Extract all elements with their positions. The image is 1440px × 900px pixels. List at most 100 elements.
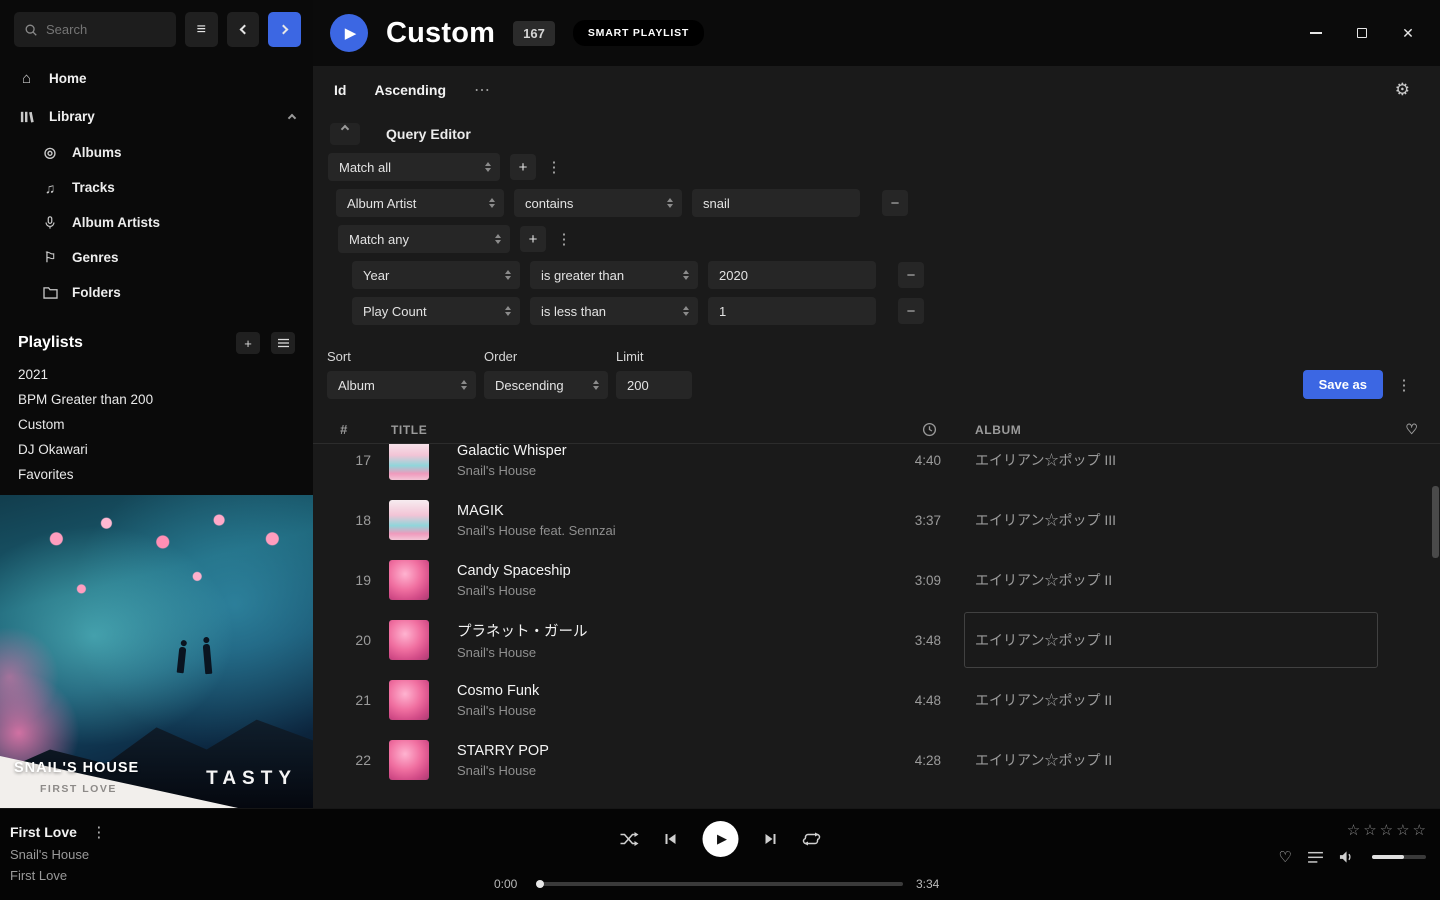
play-playlist-button[interactable]: ▶ — [330, 14, 368, 52]
column-album[interactable]: ALBUM — [941, 423, 1392, 437]
remove-rule-button[interactable]: − — [898, 298, 924, 324]
now-playing-album[interactable]: First Love — [10, 868, 107, 883]
sidebar-item-home[interactable]: ⌂ Home — [0, 59, 313, 97]
sidebar-item-folders[interactable]: Folders — [0, 275, 313, 310]
track-album-link[interactable]: エイリアン☆ポップ III — [941, 510, 1392, 530]
seek-bar[interactable] — [537, 882, 903, 886]
queue-button[interactable] — [1308, 851, 1323, 864]
track-artist[interactable]: Snail's House — [457, 763, 851, 778]
search-box[interactable] — [14, 12, 176, 47]
track-artist[interactable]: Snail's House — [457, 645, 851, 660]
sort-direction-button[interactable]: Ascending — [374, 82, 446, 98]
play-pause-button[interactable]: ▶ — [703, 821, 739, 857]
sidebar-item-label: Library — [49, 109, 95, 124]
favorite-button[interactable]: ♡ — [1279, 848, 1292, 866]
save-as-button[interactable]: Save as — [1303, 370, 1383, 399]
track-number: 20 — [313, 632, 375, 648]
scrollbar-thumb[interactable] — [1432, 486, 1439, 558]
rule-operator-select[interactable]: contains — [514, 189, 682, 217]
seek-handle[interactable] — [536, 880, 544, 888]
settings-button[interactable]: ⚙ — [1395, 80, 1410, 100]
star-icon[interactable]: ☆ — [1347, 821, 1360, 839]
forward-button[interactable] — [268, 12, 301, 47]
query-menu-button[interactable]: ⋮ — [1396, 376, 1412, 394]
track-artist[interactable]: Snail's House — [457, 583, 851, 598]
sidebar-item-genres[interactable]: ⚐ Genres — [0, 240, 313, 275]
match-select[interactable]: Match all — [328, 153, 500, 181]
rule-value-input[interactable] — [692, 189, 860, 217]
rule-field-select[interactable]: Album Artist — [336, 189, 504, 217]
remove-rule-button[interactable]: − — [882, 190, 908, 216]
repeat-button[interactable] — [803, 831, 821, 847]
search-input[interactable] — [46, 22, 166, 37]
table-row[interactable]: 19 Candy Spaceship Snail's House 3:09 エイ… — [313, 550, 1440, 610]
sort-select[interactable]: Album — [327, 371, 476, 399]
shuffle-button[interactable] — [620, 831, 639, 847]
sidebar-topbar: ≡ — [0, 0, 313, 59]
track-artist[interactable]: Snail's House feat. Sennzai — [457, 523, 851, 538]
track-album-link-focused[interactable]: エイリアン☆ポップ II — [964, 612, 1378, 668]
toolbar-more-button[interactable]: ⋯ — [474, 80, 490, 100]
favorite-column-heart-icon[interactable]: ♡ — [1405, 421, 1418, 438]
add-rule-button[interactable]: + — [510, 154, 536, 180]
now-playing-artist[interactable]: Snail's House — [10, 847, 107, 862]
track-album-link[interactable]: エイリアン☆ポップ II — [941, 570, 1392, 590]
star-icon[interactable]: ☆ — [1396, 821, 1409, 839]
column-number[interactable]: # — [313, 422, 375, 437]
playlist-item[interactable]: Favorites — [0, 462, 313, 487]
order-select[interactable]: Descending — [484, 371, 608, 399]
collapse-library-icon[interactable] — [288, 113, 296, 121]
limit-input[interactable] — [616, 371, 692, 399]
track-album-link[interactable]: エイリアン☆ポップ III — [941, 450, 1392, 470]
sidebar-item-albums[interactable]: ◎ Albums — [0, 135, 313, 170]
close-button[interactable]: ✕ — [1400, 25, 1416, 41]
menu-button[interactable]: ≡ — [185, 12, 218, 47]
table-row[interactable]: 20 プラネット・ガール Snail's House 3:48 エイリアン☆ポッ… — [313, 610, 1440, 670]
volume-button[interactable] — [1339, 850, 1356, 864]
group-menu-button[interactable]: ⋮ — [546, 158, 562, 176]
table-row[interactable]: 17 Galactic Whisper Snail's House 4:40 エ… — [313, 444, 1440, 490]
track-album-link[interactable]: エイリアン☆ポップ II — [941, 750, 1392, 770]
playlist-item[interactable]: 2021 — [0, 362, 313, 387]
previous-button[interactable] — [663, 831, 679, 847]
star-icon[interactable]: ☆ — [1413, 821, 1426, 839]
track-album-link[interactable]: エイリアン☆ポップ II — [941, 690, 1392, 710]
playlist-item[interactable]: DJ Okawari — [0, 437, 313, 462]
column-title[interactable]: TITLE — [375, 423, 851, 437]
remove-rule-button[interactable]: − — [898, 262, 924, 288]
table-row[interactable]: 21 Cosmo Funk Snail's House 4:48 エイリアン☆ポ… — [313, 670, 1440, 730]
rule-value-input[interactable] — [708, 261, 876, 289]
sidebar-item-album-artists[interactable]: Album Artists — [0, 205, 313, 240]
now-playing-menu-button[interactable]: ⋮ — [91, 823, 107, 841]
duration-column-clock-icon[interactable] — [922, 422, 941, 437]
match-select[interactable]: Match any — [338, 225, 510, 253]
group-menu-button[interactable]: ⋮ — [556, 230, 572, 248]
track-artist[interactable]: Snail's House — [457, 463, 851, 478]
track-artist[interactable]: Snail's House — [457, 703, 851, 718]
sidebar-item-library[interactable]: Library — [0, 97, 313, 135]
microphone-icon — [42, 215, 58, 230]
collapse-query-editor-button[interactable] — [330, 123, 360, 145]
table-row[interactable]: 18 MAGIK Snail's House feat. Sennzai 3:3… — [313, 490, 1440, 550]
playlist-list-button[interactable] — [271, 332, 295, 354]
rule-operator-select[interactable]: is greater than — [530, 261, 698, 289]
star-icon[interactable]: ☆ — [1363, 821, 1376, 839]
rule-operator-select[interactable]: is less than — [530, 297, 698, 325]
rule-field-select[interactable]: Play Count — [352, 297, 520, 325]
add-playlist-button[interactable]: + — [236, 332, 260, 354]
playlist-item[interactable]: BPM Greater than 200 — [0, 387, 313, 412]
playlist-item[interactable]: Custom — [0, 412, 313, 437]
minimize-button[interactable] — [1308, 25, 1324, 41]
star-icon[interactable]: ☆ — [1380, 821, 1393, 839]
rule-field-select[interactable]: Year — [352, 261, 520, 289]
rule-value-input[interactable] — [708, 297, 876, 325]
sidebar-item-tracks[interactable]: ♫ Tracks — [0, 170, 313, 205]
table-row[interactable]: 22 STARRY POP Snail's House 4:28 エイリアン☆ポ… — [313, 730, 1440, 790]
back-button[interactable] — [227, 12, 260, 47]
next-button[interactable] — [763, 831, 779, 847]
maximize-button[interactable] — [1354, 25, 1370, 41]
elapsed-time: 0:00 — [494, 877, 524, 891]
sort-field-button[interactable]: Id — [334, 82, 346, 98]
volume-slider[interactable] — [1372, 855, 1426, 859]
add-rule-button[interactable]: + — [520, 226, 546, 252]
